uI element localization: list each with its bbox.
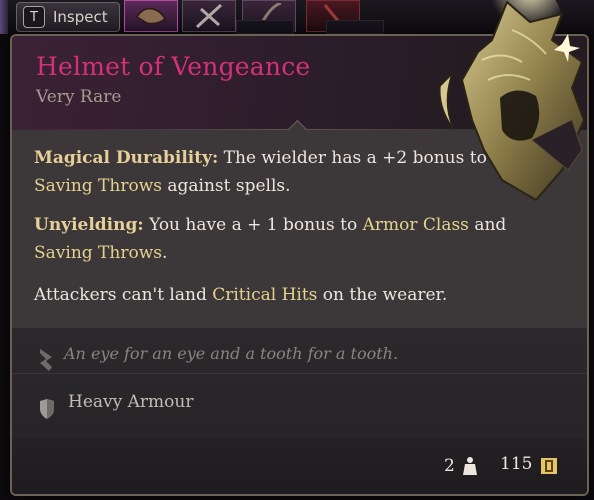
gauntlet-icon xyxy=(135,7,166,25)
crossbow-icon xyxy=(195,3,223,29)
property-critical-immunity: Attackers can't land Critical Hits on th… xyxy=(34,281,514,309)
inspect-label: Inspect xyxy=(53,8,108,26)
hotbar-slot-crossbow[interactable] xyxy=(182,0,236,32)
tooltip-details: An eye for an eye and a tooth for a toot… xyxy=(12,328,587,494)
property-text: against spells. xyxy=(161,176,291,196)
item-value: 115 xyxy=(500,454,533,474)
divider xyxy=(12,373,587,374)
quill-icon xyxy=(40,349,52,371)
hotbar-slot-gauntlet[interactable] xyxy=(124,0,178,32)
hotbar-slot-lower[interactable] xyxy=(236,20,294,34)
helmet-icon xyxy=(439,0,586,202)
property-text: . xyxy=(161,243,168,263)
hotbar-slot-lower[interactable] xyxy=(326,20,384,34)
item-weight: 2 xyxy=(444,456,455,476)
item-name: Helmet of Vengeance xyxy=(36,52,311,81)
tooltip-footer: 2 115 xyxy=(12,438,587,494)
property-title: Unyielding: xyxy=(34,215,144,235)
property-title: Magical Durability: xyxy=(34,148,219,168)
hotbar-edge xyxy=(0,0,8,34)
property-text: on the wearer. xyxy=(317,285,448,305)
keyword-saving-throws[interactable]: Saving Throws xyxy=(34,176,162,196)
property-text: Attackers can't land xyxy=(34,285,213,305)
item-lore: An eye for an eye and a tooth for a toot… xyxy=(64,344,399,363)
shield-icon xyxy=(40,399,54,419)
property-text: You have a + 1 bonus to xyxy=(149,215,363,235)
gold-coin-icon xyxy=(541,458,557,474)
item-rarity: Very Rare xyxy=(36,87,122,107)
inspect-key: T xyxy=(23,6,45,28)
item-proficiency: Heavy Armour xyxy=(68,392,194,412)
keyword-saving-throws[interactable]: Saving Throws xyxy=(34,243,162,263)
inspect-button[interactable]: T Inspect xyxy=(16,2,120,32)
weight-icon xyxy=(463,457,477,475)
keyword-critical-hits[interactable]: Critical Hits xyxy=(212,285,317,305)
